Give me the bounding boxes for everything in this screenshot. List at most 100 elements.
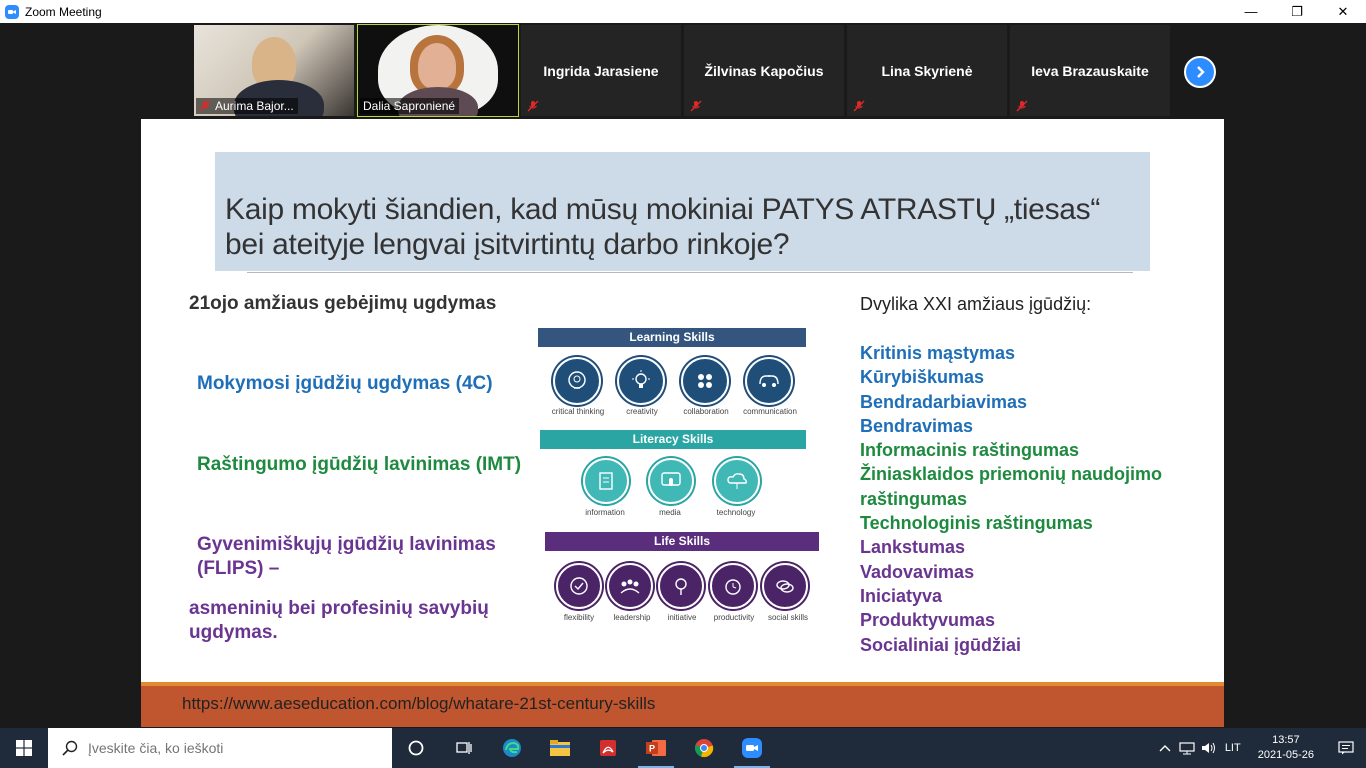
participant-face	[418, 43, 456, 89]
initiative-icon	[658, 563, 704, 609]
participant-name: Ieva Brazauskaite	[1031, 63, 1149, 79]
critical-thinking-icon	[553, 357, 601, 405]
slide-title-line-1: Kaip mokyti šiandien, kad mūsų mokiniai …	[225, 193, 1101, 226]
life-skills-line-1: Gyvenimiškųjų įgūdžių lavinimas	[197, 534, 496, 555]
maximize-button[interactable]: ❐	[1274, 0, 1320, 23]
slide-title-box: Kaip mokyti šiandien, kad mūsų mokiniai …	[215, 152, 1150, 271]
chevron-up-icon	[1159, 745, 1171, 752]
participant-tile-6[interactable]: Ieva Brazauskaite	[1010, 25, 1170, 116]
ig-label-critical-thinking: critical thinking	[551, 407, 605, 416]
taskbar-file-explorer[interactable]	[536, 728, 584, 768]
skill-item: Socialiniai įgūdžiai	[860, 634, 1022, 655]
communication-icon	[745, 357, 793, 405]
leadership-icon	[607, 563, 653, 609]
information-icon	[583, 458, 629, 504]
participant-tile-3[interactable]: Ingrida Jarasiene	[521, 25, 681, 116]
ig-label-collaboration: collaboration	[683, 407, 729, 416]
window-title: Zoom Meeting	[25, 4, 102, 19]
ig-label-technology: technology	[716, 508, 756, 517]
participant-name: Lina Skyrienė	[881, 63, 973, 79]
mic-muted-icon	[690, 100, 702, 112]
mic-muted-icon	[527, 100, 539, 112]
shared-slide: Kaip mokyti šiandien, kad mūsų mokiniai …	[141, 119, 1224, 727]
powerpoint-icon: P	[646, 740, 666, 756]
skill-item: Iniciatyva	[860, 585, 943, 606]
slide-title: Kaip mokyti šiandien, kad mūsų mokiniai …	[225, 192, 1140, 262]
skill-item: Vadovavimas	[860, 561, 975, 582]
learning-skills-item: Mokymosi įgūdžių ugdymas (4C)	[197, 373, 493, 394]
participant-tile-4[interactable]: Žilvinas Kapočius	[684, 25, 844, 116]
timeline-button[interactable]	[440, 728, 488, 768]
taskbar-zoom[interactable]	[728, 728, 776, 768]
start-button[interactable]	[0, 728, 48, 768]
life-skills-band: Life Skills	[545, 532, 819, 551]
network-icon	[1179, 742, 1195, 755]
gallery-next-button[interactable]	[1184, 56, 1216, 88]
cortana-circle-icon	[408, 740, 424, 756]
collaboration-icon	[681, 357, 729, 405]
taskbar-powerpoint[interactable]: P	[632, 728, 680, 768]
tray-volume[interactable]	[1198, 728, 1220, 768]
left-heading: 21ojo amžiaus gebėjimų ugdymas	[189, 293, 497, 314]
literacy-skills-band: Literacy Skills	[540, 430, 806, 449]
skill-item: Produktyvumas	[860, 610, 996, 631]
system-tray: LIT 13:57 2021-05-26	[1154, 728, 1366, 768]
tray-network[interactable]	[1176, 728, 1198, 768]
ig-label-media: media	[659, 508, 681, 517]
search-icon	[62, 740, 78, 756]
right-heading: Dvylika XXI amžiaus įgūdžių:	[860, 294, 1092, 314]
notification-icon	[1338, 741, 1354, 755]
social-skills-icon	[762, 563, 808, 609]
ig-label-creativity: creativity	[626, 407, 658, 416]
participant-name: Ingrida Jarasiene	[543, 63, 659, 79]
close-button[interactable]: ✕	[1320, 0, 1366, 23]
title-divider	[247, 272, 1133, 273]
participant-name: Aurima Bajor...	[215, 99, 294, 113]
ig-label-social-skills: social skills	[767, 613, 808, 622]
participant-name-tag: Dalia Saproniené	[360, 98, 460, 114]
skill-item: Bendradarbiavimas	[860, 391, 1028, 412]
volume-icon	[1201, 742, 1215, 754]
taskbar-acrobat[interactable]	[584, 728, 632, 768]
taskbar-search[interactable]	[48, 728, 392, 768]
life-skills-line-2: (FLIPS) –	[197, 558, 280, 579]
folder-icon	[550, 740, 570, 756]
windows-logo-icon	[16, 740, 32, 756]
participant-tile-5[interactable]: Lina Skyrienė	[847, 25, 1007, 116]
chrome-icon	[694, 739, 714, 758]
taskbar-chrome[interactable]	[680, 728, 728, 768]
taskbar-edge[interactable]	[488, 728, 536, 768]
skill-item: Informacinis raštingumas	[860, 440, 1080, 461]
skill-item: raštingumas	[860, 488, 968, 509]
skills-list: Kritinis mąstymas Kūrybiškumas Bendradar…	[860, 341, 1180, 657]
slide-footer: https://www.aeseducation.com/blog/whatar…	[141, 682, 1224, 727]
clock-date: 2021-05-26	[1257, 749, 1314, 761]
task-view-button[interactable]	[392, 728, 440, 768]
technology-icon	[714, 458, 760, 504]
skill-item: Bendravimas	[860, 415, 974, 436]
svg-text:P: P	[649, 744, 655, 754]
tray-show-hidden[interactable]	[1154, 728, 1176, 768]
participant-tile-2[interactable]: Dalia Saproniené	[357, 24, 519, 117]
window-titlebar: Zoom Meeting — ❐ ✕	[0, 0, 1366, 23]
task-view-icon	[456, 742, 472, 754]
skill-item: Technologinis raštingumas	[860, 513, 1093, 534]
learning-skills-band: Learning Skills	[538, 328, 806, 347]
mic-muted-icon	[1016, 100, 1028, 112]
participant-tile-1[interactable]: Aurima Bajor...	[194, 25, 354, 116]
skill-item: Kūrybiškumas	[860, 367, 985, 388]
taskbar-clock[interactable]: 13:57 2021-05-26	[1246, 733, 1326, 763]
skill-item: Lankstumas	[860, 537, 966, 558]
participant-name: Dalia Saproniené	[363, 99, 456, 113]
action-center-button[interactable]	[1326, 728, 1366, 768]
literacy-skills-item: Raštingumo įgūdžių lavinimas (IMT)	[197, 454, 522, 475]
source-link: https://www.aeseducation.com/blog/whatar…	[182, 694, 656, 713]
personal-skills-item: asmeninių bei profesinių savybių ugdymas…	[189, 597, 489, 645]
input-language[interactable]: LIT	[1220, 742, 1246, 754]
taskbar-search-input[interactable]	[88, 740, 378, 756]
slide-title-line-2: bei ateityje lengvai įsitvirtintų darbo …	[225, 228, 790, 261]
ig-label-information: information	[585, 508, 625, 517]
minimize-button[interactable]: —	[1228, 0, 1274, 23]
mic-muted-icon	[853, 100, 865, 112]
mic-muted-icon	[199, 100, 211, 112]
